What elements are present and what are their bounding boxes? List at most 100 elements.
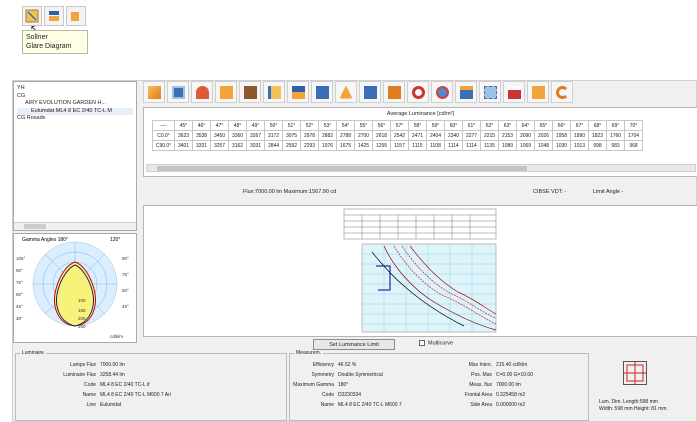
- radial-label: 250: [78, 324, 86, 329]
- table-cell: 1114: [462, 140, 481, 151]
- info-key: Symmetry: [311, 372, 335, 378]
- table-cell: 58°: [408, 120, 427, 131]
- tick-label: 90°: [122, 256, 129, 261]
- flux-info-line: Flux:7000.00 lm Maximum:1567.90 cd CIBSE…: [143, 189, 697, 199]
- tree-cg[interactable]: CG: [17, 93, 133, 101]
- info-value: 0.325458 m2: [496, 392, 526, 398]
- set-luminance-limit-button[interactable]: Set Luminance Limit: [313, 339, 395, 350]
- table-header-row: ---- 45° 46° 47° 48° 49° 50° 51° 52° 53° 54° 55° 56°…: [152, 120, 643, 131]
- table-cell: 1089: [498, 140, 517, 151]
- flux-text: Flux:7000.00 lm Maximum:1567.90 cd: [243, 189, 337, 195]
- table-cell: 3162: [228, 140, 247, 151]
- target-icon[interactable]: [407, 81, 429, 103]
- info-row: Luminaire Flux 3258.44 lm: [36, 372, 125, 380]
- info-key: Max Inten.: [468, 362, 492, 368]
- info-value: ML4 8 EC 2/40 TC-L if: [100, 382, 150, 388]
- tree-item[interactable]: Eulumdat ML4 8 EC 2/40 TC-L M: [17, 107, 133, 115]
- polar-title-right: 120°: [110, 237, 120, 243]
- table-cell: 1135: [480, 140, 499, 151]
- curve-icon[interactable]: [143, 81, 165, 103]
- diagram-controls: Set Luminance Limit Multicurve: [143, 339, 697, 351]
- table-cell: 59°: [426, 120, 445, 131]
- glare-icon[interactable]: [44, 6, 64, 26]
- tooltip: Sollner Glare Diagram: [22, 30, 88, 54]
- luminance-table: ---- 45° 46° 47° 48° 49° 50° 51° 52° 53° 54° 55° 56°…: [152, 120, 643, 151]
- warning-icon[interactable]: [335, 81, 357, 103]
- settings-icon[interactable]: [527, 81, 549, 103]
- table-cell: 51°: [282, 120, 301, 131]
- table-cell: 68°: [588, 120, 607, 131]
- report-icon[interactable]: [359, 81, 381, 103]
- glare-diagram-icon[interactable]: [287, 81, 309, 103]
- info-value: 7000.00 lm: [100, 362, 125, 368]
- info-row: Frontal Area 0.325458 m2: [450, 392, 525, 400]
- sollner-diagram-icon[interactable]: [22, 6, 42, 26]
- table-cell: 54°: [336, 120, 355, 131]
- dimensions-text: Lum. Dim. Length:598 mm Width: 598 mm He…: [599, 399, 667, 413]
- table-cell: 1976: [318, 140, 337, 151]
- table-cell: 3172: [264, 130, 283, 141]
- table-cell: 62°: [480, 120, 499, 131]
- table-cell: C0.0°: [152, 130, 175, 141]
- info-key: Luminaire Flux: [63, 372, 96, 378]
- table-cell: 1013: [570, 140, 589, 151]
- table-cell: 56°: [372, 120, 391, 131]
- limit-angle-text: Limit Angle -: [593, 189, 624, 195]
- table-title: Average Luminance [cd/m²]: [386, 111, 455, 117]
- info-row: Max Inten. 215.40 cd/klm: [450, 362, 528, 370]
- isolux-icon[interactable]: [239, 81, 261, 103]
- grid-icon[interactable]: [479, 81, 501, 103]
- table-cell: 52°: [300, 120, 319, 131]
- tree-item[interactable]: CG Rosads: [17, 115, 133, 123]
- tree-root[interactable]: YH: [17, 85, 133, 93]
- info-key: Meas. flux: [469, 382, 492, 388]
- info-row: Symmetry Double Symmetrical: [290, 372, 383, 380]
- info-row: Meas. flux 7000.00 lm: [450, 382, 521, 390]
- info-row: Name ML4 8 EC 2/40 TC-L M600 7: [290, 402, 402, 410]
- cartesian-icon[interactable]: [215, 81, 237, 103]
- scroll-thumb[interactable]: [24, 224, 46, 229]
- polar-title-left: Gamma Angles 180°: [22, 237, 68, 243]
- table-cell: 2618: [372, 130, 391, 141]
- glare-diagram-area: [143, 205, 697, 337]
- partial-icon[interactable]: [66, 6, 86, 26]
- multicurve-checkbox[interactable]: Multicurve: [419, 340, 453, 346]
- table-cell: 2978: [300, 130, 319, 141]
- table-cell: 1760: [606, 130, 625, 141]
- checkbox-box[interactable]: [419, 340, 425, 346]
- diagram-toolbar: [143, 81, 573, 107]
- table-icon[interactable]: [167, 81, 189, 103]
- table-cell: 65°: [534, 120, 553, 131]
- table-cell: 1115: [408, 140, 427, 151]
- info-value: 0.000000 m2: [496, 402, 526, 408]
- info-key: Code: [322, 392, 334, 398]
- sollner-icon[interactable]: [263, 81, 285, 103]
- tree-item[interactable]: AIRY EVOLUTION GARDEN H...: [17, 100, 133, 108]
- table-cell: 55°: [354, 120, 373, 131]
- c-icon[interactable]: [551, 81, 573, 103]
- main-window: YH CG AIRY EVOLUTION GARDEN H... Eulumda…: [12, 80, 697, 422]
- table-cell: 1157: [390, 140, 409, 151]
- table-cell: 2882: [318, 130, 337, 141]
- table-cell: 2153: [498, 130, 517, 141]
- info-value: C=0.00 G=10.00: [496, 372, 533, 378]
- table-cell: 1030: [552, 140, 571, 151]
- document-icon[interactable]: [383, 81, 405, 103]
- measurement-panel: Measurem. Efficiency 46.52 % Symmetry Doubl…: [289, 350, 589, 421]
- export-icon[interactable]: [455, 81, 477, 103]
- scroll-thumb[interactable]: [157, 166, 527, 171]
- table-cell: 3360: [228, 130, 247, 141]
- globe-icon[interactable]: [431, 81, 453, 103]
- table-cell: 57°: [390, 120, 409, 131]
- table-cell: 1069: [516, 140, 535, 151]
- luminaire-tree[interactable]: YH CG AIRY EVOLUTION GARDEN H... Eulumda…: [13, 81, 137, 231]
- table-cell: 46°: [192, 120, 211, 131]
- polar-icon[interactable]: [191, 81, 213, 103]
- radial-label: 200: [78, 316, 86, 321]
- ugr-icon[interactable]: [311, 81, 333, 103]
- tree-scrollbar[interactable]: [14, 222, 136, 230]
- table-scrollbar[interactable]: [146, 164, 696, 172]
- info-key: Maximum Gamma: [293, 382, 334, 388]
- chart-icon[interactable]: [503, 81, 525, 103]
- table-cell: 3031: [246, 140, 265, 151]
